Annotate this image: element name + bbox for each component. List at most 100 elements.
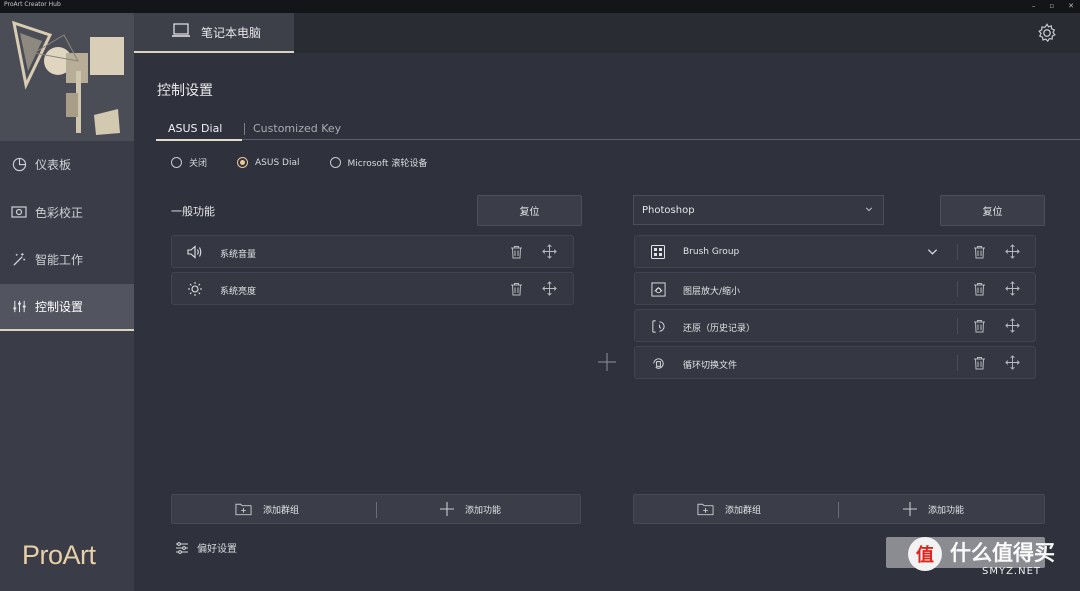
app-item-layer-zoom[interactable]: 图层放大/缩小 [634, 272, 1036, 305]
sidebar-item-smart-work[interactable]: 智能工作 [0, 236, 134, 284]
general-add-group-button[interactable]: 添加群组 [235, 495, 299, 523]
app-add-bar: 添加群组 添加功能 [633, 494, 1045, 524]
plus-icon [440, 502, 454, 516]
preferences-label: 偏好设置 [197, 544, 237, 555]
general-item-brightness[interactable]: 系统亮度 [171, 272, 574, 305]
top-bar: 笔记本电脑 [134, 13, 1080, 53]
sidebar-item-control-settings[interactable]: 控制设置 [0, 283, 134, 331]
move-icon[interactable] [542, 244, 557, 262]
tab-customized-key[interactable]: Customized Key [253, 122, 341, 135]
radio-label: ASUS Dial [255, 157, 300, 168]
divider [957, 355, 958, 371]
item-label: Brush Group [683, 247, 740, 257]
radio-label: 关闭 [189, 159, 208, 169]
move-icon[interactable] [1005, 244, 1020, 262]
sidebar-item-label: 色彩校正 [35, 205, 84, 220]
radio-microsoft-wheel[interactable]: Microsoft 滚轮设备 [329, 156, 428, 169]
sidebar-item-label: 控制设置 [35, 299, 84, 314]
tab-asus-dial[interactable]: ASUS Dial [155, 122, 243, 141]
plus-icon [903, 502, 917, 516]
window-controls: – ▫ ✕ [1032, 0, 1074, 12]
move-icon[interactable] [1005, 318, 1020, 336]
item-label: 系统音量 [220, 250, 257, 260]
laptop-icon [171, 23, 191, 41]
divider [376, 502, 377, 518]
radio-off[interactable]: 关闭 [171, 156, 207, 169]
add-folder-icon [235, 502, 252, 516]
trash-icon[interactable] [973, 282, 986, 299]
chevron-down-icon[interactable] [927, 246, 938, 260]
divider [957, 318, 958, 334]
sidebar: 仪表板 色彩校正 智能工作 控制设置 ProArt [0, 13, 134, 591]
item-label: 循环切换文件 [683, 361, 738, 371]
gear-icon[interactable] [1036, 22, 1058, 48]
trash-icon[interactable] [973, 356, 986, 373]
app-reset-button[interactable]: 复位 [940, 195, 1045, 226]
divider [838, 502, 839, 518]
app-select[interactable]: Photoshop [633, 195, 884, 225]
pie-chart-icon [11, 157, 27, 173]
general-item-volume[interactable]: 系统音量 [171, 235, 574, 268]
move-icon[interactable] [542, 281, 557, 299]
undo-history-icon [650, 318, 666, 334]
sidebar-item-label: 智能工作 [35, 253, 84, 268]
add-group-label: 添加群组 [263, 505, 300, 516]
sliders-icon [11, 298, 27, 314]
sub-tabs: ASUS Dial Customized Key [155, 118, 1080, 141]
item-label: 图层放大/缩小 [683, 287, 741, 297]
item-label: 系统亮度 [220, 287, 257, 297]
trash-icon[interactable] [973, 245, 986, 262]
general-reset-button[interactable]: 复位 [477, 195, 582, 226]
minimize-icon[interactable]: – [1032, 0, 1036, 12]
tab-laptop-label: 笔记本电脑 [201, 25, 262, 40]
sidebar-item-dashboard[interactable]: 仪表板 [0, 141, 134, 189]
watermark-badge: 值 [908, 537, 942, 571]
hero-artwork [0, 13, 134, 141]
mode-radio-group: 关闭 ASUS Dial Microsoft 滚轮设备 [171, 156, 457, 169]
divider [957, 281, 958, 297]
close-icon[interactable]: ✕ [1068, 0, 1074, 12]
watermark-sub: SMYZ.NET [982, 566, 1042, 577]
page-title: 控制设置 [157, 83, 213, 99]
trash-icon[interactable] [973, 319, 986, 336]
add-folder-icon [697, 502, 714, 516]
divider [957, 244, 958, 260]
watermark-text: 什么值得买 [950, 540, 1055, 565]
radio-label: Microsoft 滚轮设备 [347, 159, 428, 169]
move-icon[interactable] [1005, 281, 1020, 299]
maximize-icon[interactable]: ▫ [1049, 0, 1054, 12]
sidebar-item-label: 仪表板 [35, 158, 72, 173]
trash-icon[interactable] [510, 245, 523, 262]
magic-wand-icon [11, 252, 27, 268]
radio-selected-icon [237, 157, 249, 168]
trash-icon[interactable] [510, 282, 523, 299]
general-add-function-button[interactable]: 添加功能 [440, 495, 501, 523]
grid-icon [650, 244, 666, 260]
sidebar-item-color-calibration[interactable]: 色彩校正 [0, 189, 134, 237]
app-item-undo-history[interactable]: 还原（历史记录） [634, 309, 1036, 342]
preferences-link[interactable]: 偏好设置 [175, 540, 237, 555]
cycle-files-icon [650, 355, 666, 371]
sun-icon [187, 281, 203, 297]
zoom-frame-icon [650, 281, 666, 297]
radio-circle-icon [329, 157, 341, 168]
sliders-icon [175, 541, 189, 555]
radio-asus-dial[interactable]: ASUS Dial [237, 156, 300, 169]
general-add-bar: 添加群组 添加功能 [171, 494, 581, 524]
add-function-label: 添加功能 [465, 505, 502, 516]
app-item-brush-group[interactable]: Brush Group [634, 235, 1036, 268]
speaker-icon [187, 244, 203, 260]
move-icon[interactable] [1005, 355, 1020, 373]
app-item-cycle-files[interactable]: 循环切换文件 [634, 346, 1036, 379]
app-add-group-button[interactable]: 添加群组 [697, 495, 761, 523]
tab-laptop[interactable]: 笔记本电脑 [134, 13, 294, 53]
radio-circle-icon [171, 157, 182, 168]
window-title: ProArt Creator Hub [4, 1, 61, 8]
sidebar-nav: 仪表板 色彩校正 智能工作 控制设置 [0, 141, 134, 331]
add-function-label: 添加功能 [928, 505, 965, 516]
monitor-calibration-icon [11, 204, 27, 220]
proart-logo: ProArt [22, 540, 96, 570]
tab-divider [244, 123, 245, 135]
app-add-function-button[interactable]: 添加功能 [903, 495, 964, 523]
add-to-app-icon[interactable] [598, 353, 616, 375]
